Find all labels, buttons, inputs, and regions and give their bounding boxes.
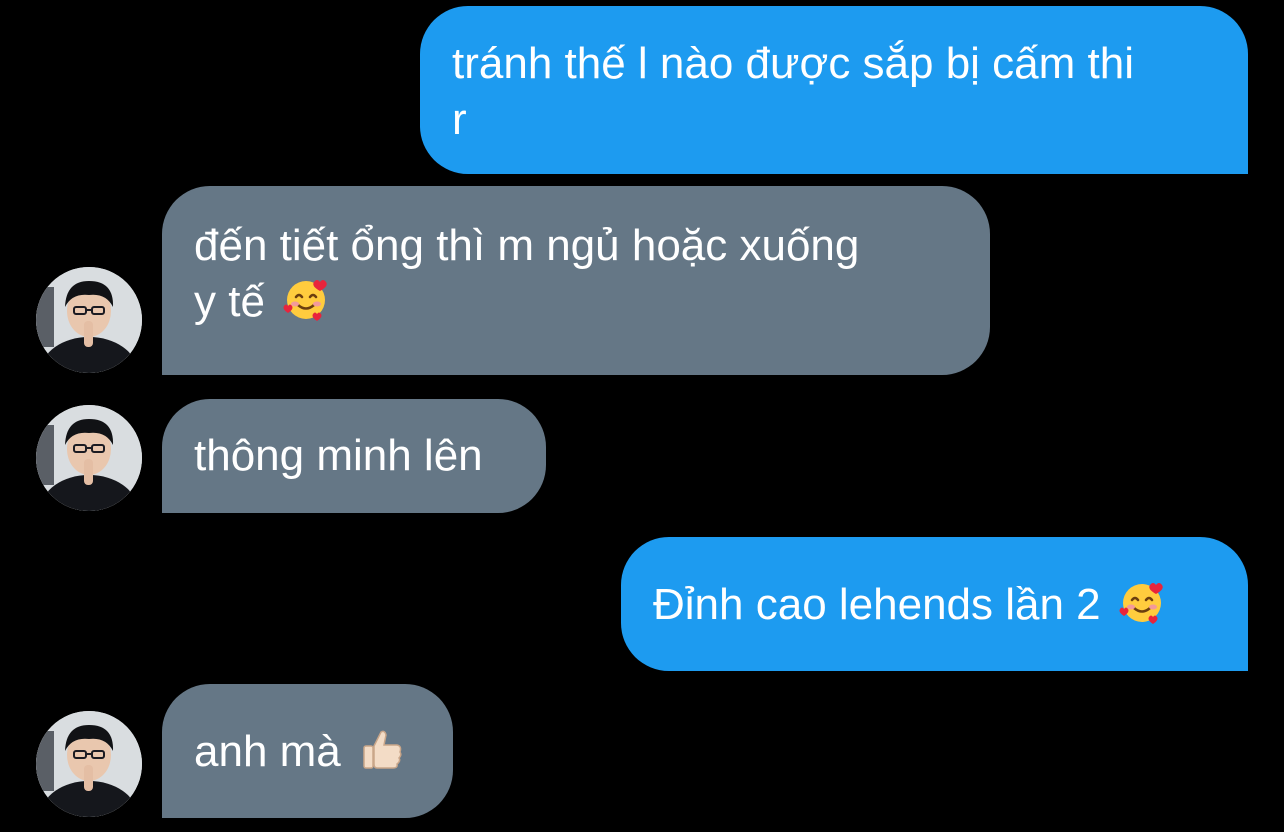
conversation-thread: tránh thế l nào được sắp bị cấm thi r đế… [0, 0, 1284, 832]
thumbs-up-icon [359, 726, 405, 786]
message-text-line: y tế [194, 277, 265, 326]
message-text: anh mà [194, 727, 341, 776]
incoming-message-bubble[interactable]: anh mà [162, 684, 453, 818]
outgoing-message-bubble[interactable]: Đỉnh cao lehends lần 2 [621, 537, 1248, 671]
message-text: thông minh lên [194, 431, 483, 480]
message-text-line: tránh thế l nào được sắp bị cấm thi [452, 39, 1134, 88]
smiling-face-with-hearts-icon [1119, 579, 1165, 639]
message-text-line: r [452, 95, 467, 144]
message-text-line: đến tiết ổng thì m ngủ hoặc xuống [194, 221, 860, 270]
incoming-message-bubble[interactable]: thông minh lên [162, 399, 546, 513]
avatar[interactable] [36, 267, 142, 373]
smiling-face-with-hearts-icon [283, 276, 329, 336]
message-text: Đỉnh cao lehends lần 2 [653, 580, 1101, 629]
avatar[interactable] [36, 711, 142, 817]
incoming-message-bubble[interactable]: đến tiết ổng thì m ngủ hoặc xuống y tế [162, 186, 990, 375]
avatar[interactable] [36, 405, 142, 511]
outgoing-message-bubble[interactable]: tránh thế l nào được sắp bị cấm thi r [420, 6, 1248, 174]
